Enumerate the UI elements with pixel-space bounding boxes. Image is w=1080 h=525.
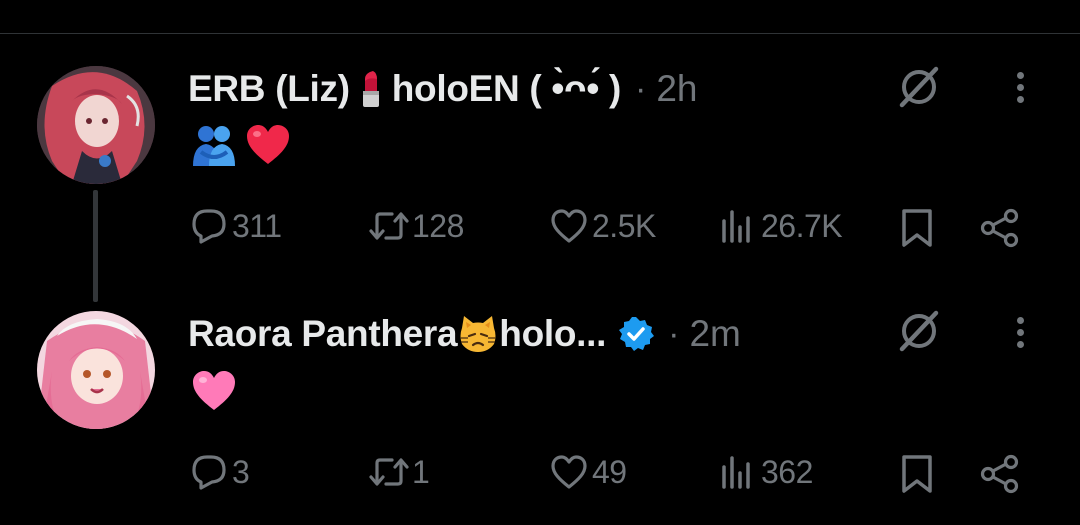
separator-dot: · <box>635 69 647 108</box>
author-name-suffix[interactable]: holoEN ( •̀ᴖ•́ ) <box>392 68 622 110</box>
reply-count: 3 <box>232 453 250 490</box>
share-button[interactable] <box>979 453 1021 495</box>
reply-icon <box>192 209 226 244</box>
analytics-icon <box>722 456 750 489</box>
like-button[interactable]: 2.5K <box>548 205 656 247</box>
repost-icon <box>369 212 409 240</box>
post-header: Raora Panthera holo... · 2m <box>188 309 741 359</box>
repost-button[interactable]: 1 <box>368 451 430 493</box>
repost-icon <box>369 458 409 486</box>
action-bar: 3 1 49 362 <box>0 451 1080 497</box>
pink-heart-emoji <box>191 368 237 414</box>
reply-count: 311 <box>232 207 282 244</box>
like-button[interactable]: 49 <box>548 451 627 493</box>
share-icon <box>980 208 1019 248</box>
verified-badge-icon <box>618 316 655 352</box>
avatar-image <box>37 311 155 429</box>
post-body <box>190 122 292 168</box>
author-name[interactable]: Raora Panthera <box>188 313 458 355</box>
grok-icon[interactable] <box>896 308 942 354</box>
bookmark-button[interactable] <box>896 453 938 495</box>
like-count: 49 <box>592 453 627 490</box>
grok-icon[interactable] <box>896 64 942 110</box>
post-header: ERB (Liz) holoEN ( •̀ᴖ•́ ) · 2h <box>188 64 698 114</box>
post-body <box>190 368 238 414</box>
post-timestamp[interactable]: 2h <box>656 68 697 110</box>
avatar[interactable] <box>37 311 155 429</box>
cat-face-emoji <box>458 314 498 354</box>
red-heart-emoji <box>245 122 291 168</box>
bookmark-icon <box>902 209 932 247</box>
separator-dot: · <box>668 314 680 353</box>
people-hugging-emoji <box>191 122 237 168</box>
bookmark-button[interactable] <box>896 207 938 249</box>
author-name[interactable]: ERB (Liz) <box>188 68 350 110</box>
avatar-image <box>37 66 155 184</box>
action-bar: 311 128 2.5K 26.7K <box>0 205 1080 251</box>
view-count: 362 <box>761 453 813 490</box>
views-button[interactable]: 26.7K <box>717 205 843 247</box>
more-options-icon[interactable] <box>1014 313 1026 353</box>
avatar[interactable] <box>37 66 155 184</box>
repost-count: 1 <box>412 453 430 490</box>
view-count: 26.7K <box>761 207 843 244</box>
share-button[interactable] <box>979 207 1021 249</box>
like-count: 2.5K <box>592 207 656 244</box>
lipstick-emoji <box>351 69 391 109</box>
author-name-suffix[interactable]: holo... <box>499 313 606 355</box>
repost-button[interactable]: 128 <box>368 205 464 247</box>
views-button[interactable]: 362 <box>717 451 813 493</box>
bookmark-icon <box>902 455 932 493</box>
heart-icon <box>551 209 587 243</box>
analytics-icon <box>722 210 750 243</box>
top-divider <box>0 33 1080 34</box>
reply-icon <box>192 455 226 490</box>
post-timestamp[interactable]: 2m <box>689 313 740 355</box>
reply-button[interactable]: 3 <box>188 451 250 493</box>
share-icon <box>980 454 1019 494</box>
more-options-icon[interactable] <box>1014 68 1026 108</box>
repost-count: 128 <box>412 207 464 244</box>
reply-button[interactable]: 311 <box>188 205 282 247</box>
heart-icon <box>551 455 587 489</box>
